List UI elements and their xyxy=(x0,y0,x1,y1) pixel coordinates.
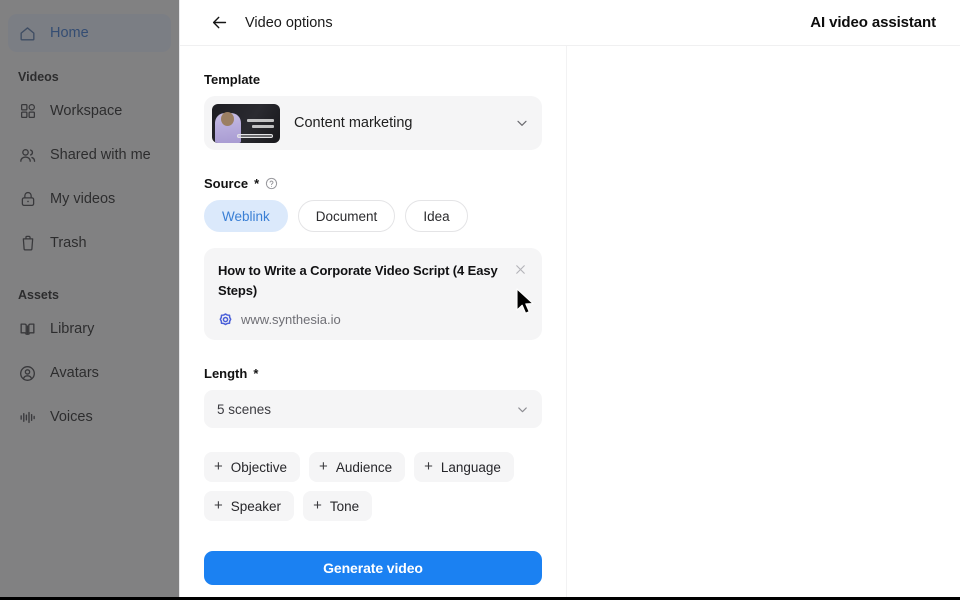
sidebar-item-workspace[interactable]: Workspace xyxy=(8,92,171,130)
chevron-down-icon xyxy=(514,115,530,131)
add-chip-label: Audience xyxy=(335,459,393,475)
arrow-left-icon[interactable] xyxy=(206,10,232,36)
book-icon xyxy=(18,320,37,339)
template-label-text: Template xyxy=(204,72,261,87)
app-root: Home Videos Workspace Shared with me My … xyxy=(0,0,960,600)
add-chip-objective[interactable]: + Objective xyxy=(204,452,301,483)
source-label: Source * xyxy=(204,176,542,191)
add-chip-language[interactable]: + Language xyxy=(414,452,514,483)
user-circle-icon xyxy=(18,364,37,383)
sidebar-item-my-videos[interactable]: My videos xyxy=(8,180,171,218)
template-label: Template xyxy=(204,72,542,87)
sidebar-item-avatars[interactable]: Avatars xyxy=(8,354,171,392)
source-chip-document[interactable]: Document xyxy=(297,200,396,232)
sidebar-item-label: Voices xyxy=(50,409,93,425)
chevron-down-icon xyxy=(515,402,530,417)
add-chip-speaker[interactable]: + Speaker xyxy=(204,491,295,522)
source-chip-idea[interactable]: Idea xyxy=(405,200,468,232)
source-required-marker: * xyxy=(254,176,260,191)
plus-icon: + xyxy=(214,458,223,476)
add-options-row: + Objective + Audience + Language + Spea… xyxy=(204,452,542,522)
length-select[interactable]: 5 scenes xyxy=(204,390,542,429)
plus-icon: + xyxy=(424,458,433,476)
length-selected-value: 5 scenes xyxy=(217,401,272,417)
sidebar-item-label: Home xyxy=(50,25,89,41)
close-icon[interactable] xyxy=(512,261,528,277)
template-selected-value: Content marketing xyxy=(294,115,413,131)
weblink-card[interactable]: How to Write a Corporate Video Script (4… xyxy=(204,248,542,341)
sidebar-item-label: Trash xyxy=(50,235,87,251)
sidebar-item-label: Shared with me xyxy=(50,147,151,163)
template-select[interactable]: Content marketing xyxy=(204,96,542,150)
video-options-modal: Video options AI video assistant Templat… xyxy=(180,0,960,597)
preview-pane xyxy=(567,46,960,597)
sidebar-item-label: Workspace xyxy=(50,103,123,119)
waveform-icon xyxy=(18,408,37,427)
sidebar-item-shared-with-me[interactable]: Shared with me xyxy=(8,136,171,174)
length-label: Length * xyxy=(204,366,542,381)
sidebar-item-label: Library xyxy=(50,321,95,337)
source-type-chips: Weblink Document Idea xyxy=(204,200,542,232)
plus-icon: + xyxy=(313,497,322,515)
sidebar-item-label: My videos xyxy=(50,191,116,207)
length-label-text: Length xyxy=(204,366,248,382)
sidebar-item-home[interactable]: Home xyxy=(8,14,171,52)
length-required-marker: * xyxy=(253,366,259,382)
weblink-meta: www.synthesia.io xyxy=(218,312,500,327)
question-circle-icon[interactable] xyxy=(265,177,278,190)
plus-icon: + xyxy=(319,458,328,476)
source-label-text: Source xyxy=(204,176,249,191)
weblink-host: www.synthesia.io xyxy=(241,312,341,328)
sidebar-item-label: Avatars xyxy=(50,365,99,381)
add-chip-audience[interactable]: + Audience xyxy=(309,452,406,483)
grid-icon xyxy=(18,102,37,121)
assistant-title: AI video assistant xyxy=(810,14,936,31)
synthesia-favicon xyxy=(218,312,233,327)
add-chip-label: Tone xyxy=(329,498,360,514)
add-chip-tone[interactable]: + Tone xyxy=(303,491,373,522)
sidebar-group-assets: Assets xyxy=(18,288,59,302)
sidebar-item-library[interactable]: Library xyxy=(8,310,171,348)
home-icon xyxy=(18,24,37,43)
sidebar-group-videos: Videos xyxy=(18,70,59,84)
page-title: Video options xyxy=(245,14,333,31)
modal-body: Template Content marketing Source * Webl… xyxy=(180,46,960,597)
add-chip-label: Language xyxy=(440,459,501,475)
add-chip-label: Speaker xyxy=(230,498,282,514)
sidebar-item-trash[interactable]: Trash xyxy=(8,224,171,262)
plus-icon: + xyxy=(214,497,223,515)
weblink-title: How to Write a Corporate Video Script (4… xyxy=(218,263,498,299)
source-chip-weblink[interactable]: Weblink xyxy=(204,200,288,232)
add-chip-label: Objective xyxy=(230,459,288,475)
sidebar-item-voices[interactable]: Voices xyxy=(8,398,171,436)
sidebar: Home Videos Workspace Shared with me My … xyxy=(0,0,180,600)
generate-video-button[interactable]: Generate video xyxy=(204,551,542,585)
lock-icon xyxy=(18,190,37,209)
modal-header: Video options AI video assistant xyxy=(180,0,960,46)
trash-icon xyxy=(18,234,37,253)
options-form: Template Content marketing Source * Webl… xyxy=(180,46,567,597)
template-thumbnail xyxy=(212,103,280,143)
users-icon xyxy=(18,146,37,165)
